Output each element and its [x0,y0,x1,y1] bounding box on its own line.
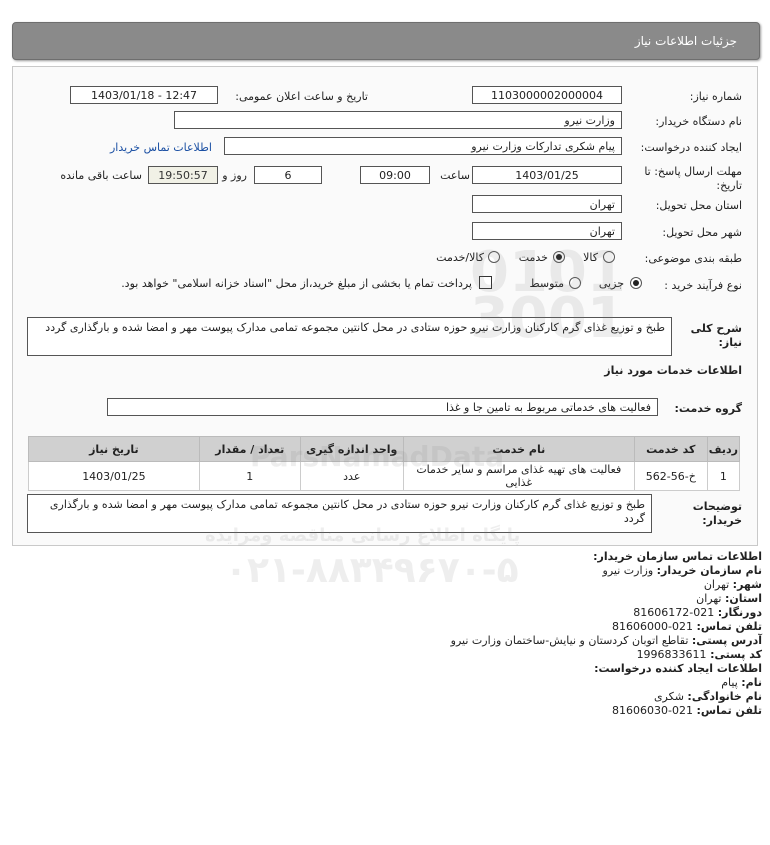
page-header: جزئیات اطلاعات نیاز [12,22,760,60]
remaining-time-field: 19:50:57 [148,166,218,184]
days-label: روز و [222,169,247,182]
contact-title: اطلاعات تماس سازمان خریدار: [593,550,762,563]
services-section-title: اطلاعات خدمات مورد نیاز [604,364,742,377]
creator-name-label: نام: [741,676,762,689]
buyer-notes-text[interactable]: طبخ و توزیع غذای گرم کارکنان وزارت نیرو … [27,494,652,533]
col-service-code: کد خدمت [633,436,708,462]
process-label: نوع فرآیند خرید : [664,279,742,292]
treasury-checkbox[interactable] [479,276,492,289]
contact-phone: 021-81606000 [612,620,694,633]
process-minor-radio[interactable] [630,277,642,289]
cell-service-name: فعالیت های تهیه غذای مراسم و سایر خدمات … [402,461,635,491]
col-service-name: نام خدمت [402,436,635,462]
services-table: ردیف کد خدمت نام خدمت واحد اندازه گیری ت… [28,436,741,491]
contact-org: وزارت نیرو [602,564,654,577]
creator-phone-label: تلفن تماس: [696,704,762,717]
city-field[interactable]: تهران [472,222,622,240]
contact-postal: 1996833611 [636,648,707,661]
announce-label: تاریخ و ساعت اعلان عمومی: [235,90,368,103]
page-title: جزئیات اطلاعات نیاز [634,34,737,48]
contact-fax: 021-81606172 [633,606,715,619]
cell-service-code: خ-56-562 [633,461,708,491]
creator-info-title: اطلاعات ایجاد کننده درخواست: [594,662,762,675]
category-goods-radio[interactable] [603,251,615,263]
buyer-org-field[interactable]: وزارت نیرو [174,111,622,129]
category-both-label: کالا/خدمت [436,251,484,264]
col-quantity: تعداد / مقدار [198,436,301,462]
service-group-field[interactable]: فعالیت های خدماتی مربوط به تامین جا و غذ… [107,398,658,416]
category-service-radio[interactable] [553,251,565,263]
contact-postal-label: کد پستی: [710,648,762,661]
summary-text[interactable]: طبخ و توزیع غذای گرم کارکنان وزارت نیرو … [27,317,672,356]
deadline-time-field[interactable]: 09:00 [360,166,430,184]
process-medium-label: متوسط [529,277,564,290]
contact-address: تقاطع اتوبان کردستان و نیایش-ساختمان وزا… [450,634,689,647]
creator-family: شکری [653,690,684,703]
contact-info: اطلاعات تماس سازمان خریدار: نام سازمان خ… [451,550,762,718]
deadline-date-field[interactable]: 1403/01/25 [472,166,622,184]
table-row[interactable]: 1 خ-56-562 فعالیت های تهیه غذای مراسم و … [28,461,741,491]
category-label: طبقه بندی موضوعی: [644,252,742,265]
province-field[interactable]: تهران [472,195,622,213]
need-number-label: شماره نیاز: [689,90,742,103]
cell-need-date: 1403/01/25 [28,461,200,491]
service-group-label: گروه خدمت: [674,402,742,415]
col-need-date: تاریخ نیاز [28,436,200,462]
creator-phone: 021-81606030 [612,704,694,717]
buyer-contact-link[interactable]: اطلاعات تماس خریدار [110,141,212,154]
category-both-radio[interactable] [488,251,500,263]
remaining-label: ساعت باقی مانده [60,169,142,182]
time-label: ساعت [440,169,470,182]
cell-unit: عدد [299,461,404,491]
category-service-label: خدمت [518,251,548,264]
summary-label: شرح کلی نیاز: [690,322,742,349]
announce-field[interactable]: 1403/01/18 - 12:47 [70,86,218,104]
creator-label: ایجاد کننده درخواست: [640,141,742,154]
process-medium-radio[interactable] [569,277,581,289]
contact-address-label: آدرس پستی: [691,634,762,647]
contact-province: تهران [696,592,722,605]
process-minor-label: جزیی [598,277,624,290]
buyer-org-label: نام دستگاه خریدار: [655,115,742,128]
buyer-notes-label: توضیحات خریدار: [692,500,742,527]
contact-org-label: نام سازمان خریدار: [656,564,762,577]
contact-province-label: استان: [725,592,762,605]
need-number-field[interactable]: 1103000002000004 [472,86,622,104]
creator-name: پیام [721,676,738,689]
creator-family-label: نام خانوادگی: [687,690,762,703]
contact-city-label: شهر: [732,578,762,591]
cell-row: 1 [706,461,741,491]
col-unit: واحد اندازه گیری [299,436,404,462]
treasury-note: پرداخت تمام یا بخشی از مبلغ خرید،از محل … [121,277,472,290]
col-row: ردیف [706,436,741,462]
deadline-label: مهلت ارسال پاسخ: تا تاریخ: [644,165,742,192]
creator-field[interactable]: پیام شکری تدارکات وزارت نیرو [224,137,622,155]
contact-city: تهران [703,578,730,591]
contact-phone-label: تلفن تماس: [696,620,762,633]
province-label: استان محل تحویل: [655,199,742,212]
category-goods-label: کالا [583,251,598,264]
cell-quantity: 1 [198,461,301,491]
contact-fax-label: دورنگار: [717,606,762,619]
city-label: شهر محل تحویل: [662,226,742,239]
days-field[interactable]: 6 [254,166,322,184]
table-header-row: ردیف کد خدمت نام خدمت واحد اندازه گیری ت… [28,436,741,462]
